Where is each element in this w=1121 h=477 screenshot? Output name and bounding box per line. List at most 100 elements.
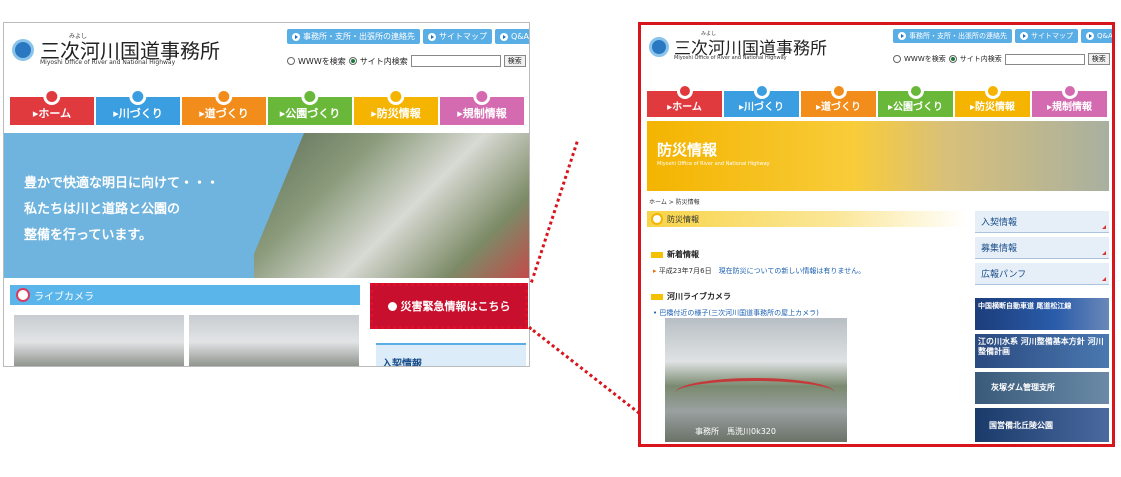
office-logo-icon[interactable] <box>12 39 34 61</box>
faq-link[interactable]: Q&A <box>495 29 529 44</box>
arrow-icon <box>500 32 508 41</box>
nav-item[interactable]: ▸公園づくり <box>878 82 953 117</box>
nav-item-label: ▸公園づくり <box>887 102 944 113</box>
livecam-thumbnail[interactable] <box>14 315 184 366</box>
river-camera-image[interactable]: 事務所 馬洗川0k320 <box>665 318 847 442</box>
news-heading-label: 新着情報 <box>667 250 699 259</box>
disaster-info-button[interactable]: 災害緊急情報はこちら <box>370 283 528 329</box>
nav-icon <box>215 88 233 106</box>
banner-title: 防災情報 <box>657 141 718 159</box>
nav-item[interactable]: ▸川づくり <box>724 82 799 117</box>
camera-caption: 事務所 馬洗川0k320 <box>695 427 776 436</box>
hero-text: 豊かで快適な明日に向けて・・・ 私たちは川と道路と公園の 整備を行っています。 <box>24 171 219 249</box>
banner-dam[interactable]: 灰塚ダム管理支所 <box>975 372 1109 404</box>
news-link[interactable]: 現在防災についての新しい情報は有りません。 <box>719 267 866 275</box>
search-button[interactable]: 検索 <box>1087 53 1110 65</box>
sidebar-item-pamphlet[interactable]: 広報パンフ <box>975 263 1109 285</box>
nav-item[interactable]: ▸ホーム <box>647 82 722 117</box>
sitemap-link[interactable]: サイトマップ <box>423 29 492 44</box>
arrow-icon <box>1086 32 1094 40</box>
arrow-icon <box>898 32 906 40</box>
nav-item[interactable]: ▸公園づくり <box>268 88 352 125</box>
sidebar-item-recruit[interactable]: 募集情報 <box>975 237 1109 259</box>
banner-park[interactable]: 国営備北丘陵公園 <box>975 408 1109 442</box>
office-logo-icon[interactable] <box>649 37 669 57</box>
bridge-arch <box>675 378 835 408</box>
nav-item-label: ▸ホーム <box>667 102 702 113</box>
nav-item-label: ▸公園づくり <box>279 107 341 120</box>
nav-item-label: ▸川づくり <box>113 107 163 120</box>
banner-label: 江の川水系 河川整備基本方針 河川整備計画 <box>978 337 1104 356</box>
arrow-icon <box>292 32 300 41</box>
banner-river-plan[interactable]: 江の川水系 河川整備基本方針 河川整備計画 <box>975 334 1109 368</box>
radio-site[interactable] <box>348 57 357 65</box>
arrow-icon <box>428 32 436 41</box>
camera-link[interactable]: • 巴橋付近の様子(三次河川国道事務所の屋上カメラ) <box>653 308 819 318</box>
camera-heading-label: 河川ライブカメラ <box>667 292 731 301</box>
nav-item[interactable]: ▸道づくり <box>182 88 266 125</box>
sidebar-item-contract[interactable]: 入契情報 <box>376 343 526 367</box>
livecam-header: ライブカメラ <box>10 285 360 305</box>
nav-item[interactable]: ▸ホーム <box>10 88 94 125</box>
search-button[interactable]: 検索 <box>503 55 526 67</box>
search-row: WWWを検索 サイト内検索 検索 <box>893 53 1110 65</box>
nav-item-label: ▸道づくり <box>199 107 249 120</box>
heading-marker <box>651 251 663 258</box>
nav-icon <box>387 88 405 106</box>
org-subtitle: Miyoshi Office of River and National Hig… <box>674 55 787 61</box>
nav-icon <box>473 88 491 106</box>
nav-item-label: ▸道づくり <box>815 102 862 113</box>
connector-line <box>530 141 579 283</box>
radio-site[interactable] <box>948 55 957 63</box>
sidebar-item-label: 入契情報 <box>382 359 422 367</box>
nav-item[interactable]: ▸道づくり <box>801 82 876 117</box>
news-item: ▸ 平成23年7月6日 現在防災についての新しい情報は有りません。 <box>653 267 866 275</box>
livecam-thumbnail[interactable] <box>189 315 359 366</box>
faq-link[interactable]: Q&A <box>1081 29 1112 43</box>
site-home-page: みよし 三次河川国道事務所 Miyoshi Office of River an… <box>3 22 530 367</box>
sitemap-link[interactable]: サイトマップ <box>1015 29 1078 43</box>
news-date: 平成23年7月6日 <box>658 267 712 275</box>
nav-item-label: ▸防災情報 <box>969 102 1016 113</box>
hero-line: 豊かで快適な明日に向けて・・・ <box>24 176 220 191</box>
radio-www-label: WWWを検索 <box>298 56 346 66</box>
nav-item[interactable]: ▸防災情報 <box>354 88 438 125</box>
nav-icon <box>753 82 770 99</box>
hero-line: 整備を行っています。 <box>24 228 153 243</box>
radio-site-label: サイト内検索 <box>359 56 408 66</box>
banner-expressway[interactable]: 中国横断自動車道 尾道松江線 <box>975 298 1109 330</box>
banner-label: 国営備北丘陵公園 <box>989 421 1053 430</box>
radio-www[interactable] <box>893 55 901 63</box>
nav-item[interactable]: ▸川づくり <box>96 88 180 125</box>
contacts-link[interactable]: 事務所・支所・出張所の連絡先 <box>893 29 1012 43</box>
connector-line <box>528 326 641 415</box>
main-nav: ▸ホーム ▸川づくり ▸道づくり ▸公園づくり ▸防災情報 ▸規制情報 <box>647 81 1107 117</box>
nav-icon <box>907 82 924 99</box>
nav-item-label: ▸ホーム <box>32 107 72 120</box>
banner-label: 灰塚ダム管理支所 <box>991 383 1055 392</box>
search-input[interactable] <box>410 55 501 67</box>
search-input[interactable] <box>1004 53 1085 65</box>
nav-item[interactable]: ▸防災情報 <box>955 82 1030 117</box>
section-header: 防災情報 <box>647 211 967 227</box>
radio-www-label: WWWを検索 <box>904 55 946 63</box>
section-title: 防災情報 <box>667 214 699 224</box>
arrow-icon <box>1020 32 1028 40</box>
banner-subtitle: Miyoshi Office of River and National Hig… <box>657 161 770 167</box>
org-subtitle: Miyoshi Office of River and National Hig… <box>40 59 176 66</box>
news-heading: 新着情報 <box>651 249 699 260</box>
disaster-info-page: みよし 三次河川国道事務所 Miyoshi Office of River an… <box>638 22 1115 447</box>
heading-marker <box>651 293 663 300</box>
radio-www[interactable] <box>287 57 295 65</box>
contacts-link[interactable]: 事務所・支所・出張所の連絡先 <box>287 29 420 44</box>
nav-item-label: ▸川づくり <box>738 102 785 113</box>
livecam-label: ライブカメラ <box>34 291 94 303</box>
nav-item[interactable]: ▸規制情報 <box>440 88 524 125</box>
sidebar-item-contract[interactable]: 入契情報 <box>975 211 1109 233</box>
disaster-button-label: 災害緊急情報はこちら <box>400 300 511 313</box>
top-links: 事務所・支所・出張所の連絡先 サイトマップ Q&A <box>287 29 529 44</box>
breadcrumb[interactable]: ホーム > 防災情報 <box>649 197 700 206</box>
helmet-icon <box>651 213 663 225</box>
nav-item-label: ▸規制情報 <box>1046 102 1093 113</box>
nav-item[interactable]: ▸規制情報 <box>1032 82 1107 117</box>
